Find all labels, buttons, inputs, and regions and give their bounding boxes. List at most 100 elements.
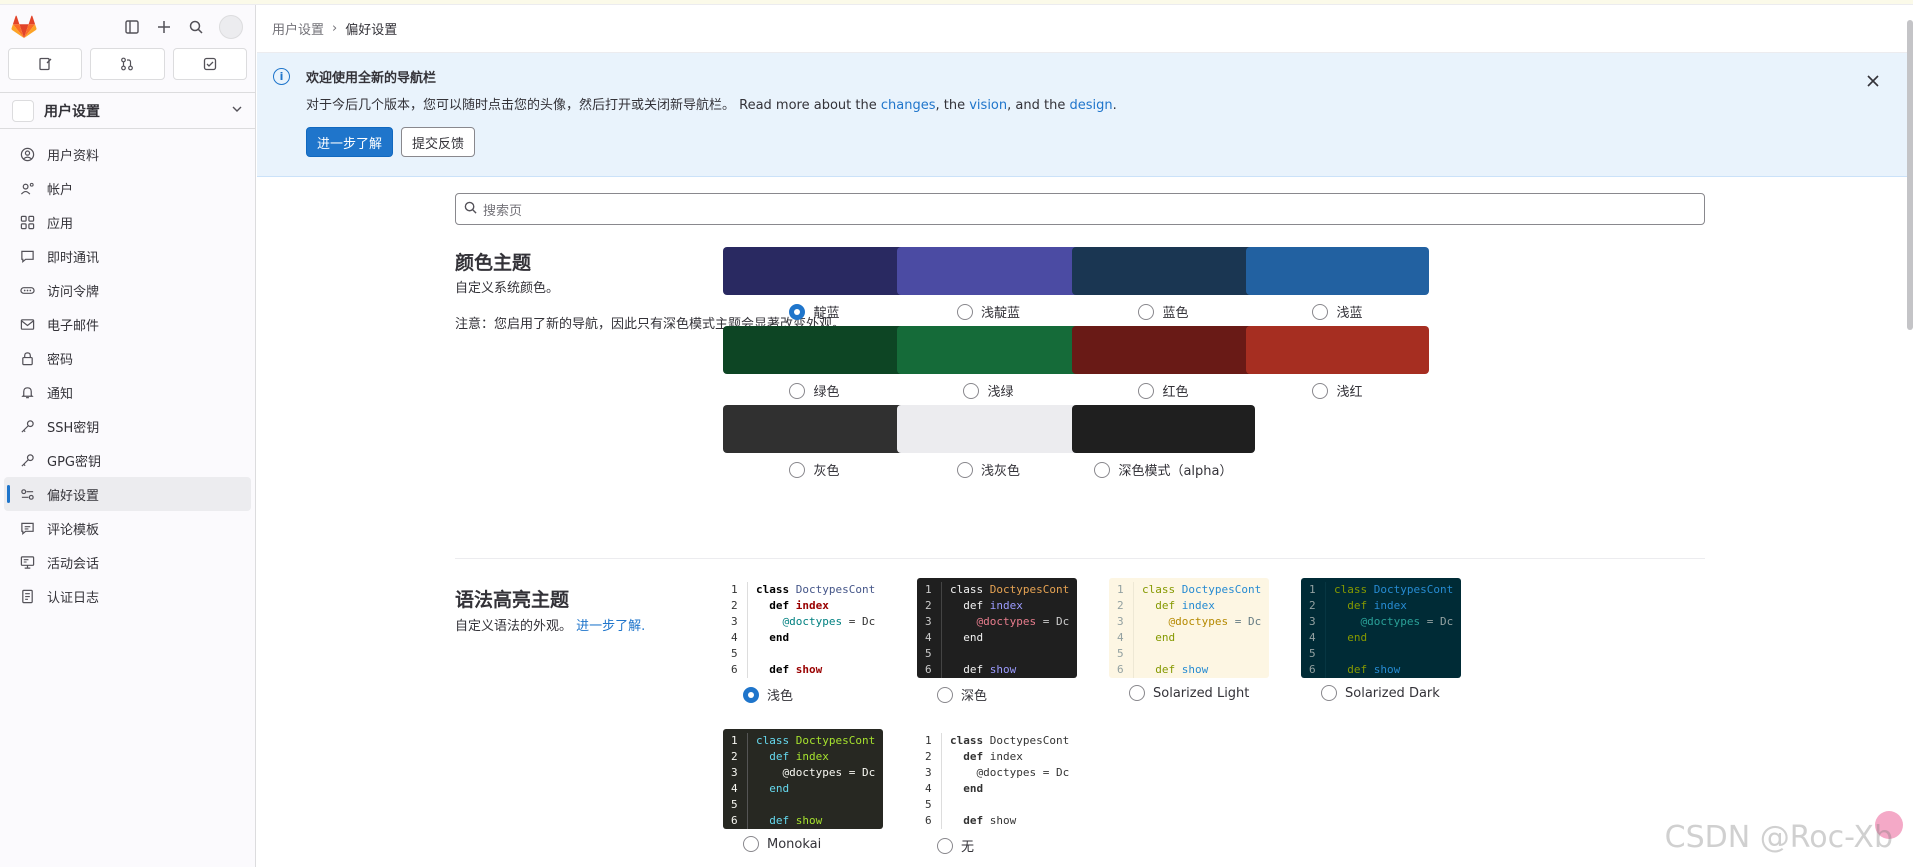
theme-radio[interactable] [1094, 461, 1111, 478]
color-swatch[interactable] [723, 326, 906, 374]
color-swatch[interactable] [1246, 247, 1429, 295]
scrollbar[interactable] [1907, 20, 1913, 330]
sidebar-item[interactable]: 电子邮件 [4, 307, 251, 341]
issues-shortcut-button[interactable] [8, 48, 83, 80]
color-swatch[interactable] [897, 405, 1080, 453]
color-theme-option[interactable]: 浅灰色 [897, 405, 1080, 479]
sidebar-item[interactable]: SSH密钥 [4, 409, 251, 443]
vision-link[interactable]: vision [969, 98, 1007, 113]
theme-radio[interactable] [956, 461, 973, 478]
gitlab-logo-icon[interactable] [10, 15, 38, 39]
sidebar-item[interactable]: 认证日志 [4, 579, 251, 613]
todos-shortcut-button[interactable] [172, 48, 247, 80]
theme-radio[interactable] [956, 303, 973, 320]
context-switcher[interactable]: 用户设置 [0, 92, 255, 129]
sidebar-item[interactable]: 应用 [4, 205, 251, 239]
theme-radio[interactable] [937, 686, 953, 703]
color-theme-option[interactable]: 深色模式（alpha） [1072, 405, 1255, 479]
color-theme-option[interactable]: 靛蓝 [723, 247, 906, 321]
code-preview[interactable]: 1 2 3 4 5 6 class DoctypesCont def index @doct… [1109, 578, 1269, 678]
context-avatar [12, 99, 34, 122]
design-link[interactable]: design [1069, 98, 1112, 113]
theme-radio[interactable] [789, 461, 806, 478]
theme-radio[interactable] [743, 686, 759, 703]
code-preview[interactable]: 1 2 3 4 5 6 class DoctypesCont def index @doct… [917, 578, 1077, 678]
syntax-theme-option[interactable]: 1 2 3 4 5 6 class DoctypesCont def index @doct… [1109, 578, 1269, 701]
color-theme-option[interactable]: 浅靛蓝 [897, 247, 1080, 321]
sidebar-item-label: 即时通讯 [47, 250, 100, 266]
color-swatch[interactable] [897, 247, 1080, 295]
color-swatch[interactable] [1072, 247, 1255, 295]
syntax-theme-option[interactable]: 1 2 3 4 5 6 class DoctypesCont def index @doct… [1301, 578, 1461, 701]
todo-icon [203, 57, 216, 71]
syntax-theme-option[interactable]: 1 2 3 4 5 6 class DoctypesCont def index @doct… [917, 729, 1077, 855]
sidebar-item[interactable]: 密码 [4, 341, 251, 375]
code-preview[interactable]: 1 2 3 4 5 6 class DoctypesCont def index @doct… [723, 729, 883, 829]
merge-requests-shortcut-button[interactable] [90, 48, 165, 80]
close-icon[interactable] [1867, 71, 1879, 92]
plus-icon[interactable] [155, 18, 173, 36]
search-input[interactable]: 搜索页 [455, 193, 1705, 225]
sidebar-shortcuts [0, 48, 255, 80]
sidebar-toggle-icon[interactable] [123, 18, 141, 36]
bell-icon [19, 384, 35, 400]
syntax-theme-label: 无 [961, 840, 975, 855]
theme-radio[interactable] [1138, 382, 1155, 399]
color-theme-label: 浅靛蓝 [980, 306, 1020, 321]
sidebar-item[interactable]: 用户资料 [4, 137, 251, 171]
code-preview[interactable]: 1 2 3 4 5 6 class DoctypesCont def index @doct… [917, 729, 1077, 829]
color-theme-option[interactable]: 红色 [1072, 326, 1255, 400]
color-swatch[interactable] [1072, 405, 1255, 453]
search-icon[interactable] [187, 18, 205, 36]
theme-radio[interactable] [1138, 303, 1155, 320]
info-icon: i [273, 68, 290, 85]
theme-radio[interactable] [963, 382, 980, 399]
learn-more-button[interactable]: 进一步了解 [306, 127, 394, 157]
color-theme-option[interactable]: 绿色 [723, 326, 906, 400]
sidebar-header [0, 5, 255, 48]
sidebar-item[interactable]: GPG密钥 [4, 443, 251, 477]
code-preview[interactable]: 1 2 3 4 5 6 class DoctypesCont def index @doct… [1301, 578, 1461, 678]
color-theme-label: 浅红 [1336, 385, 1363, 400]
sidebar-item[interactable]: 评论模板 [4, 511, 251, 545]
theme-radio[interactable] [937, 837, 953, 854]
syntax-theme-option[interactable]: 1 2 3 4 5 6 class DoctypesCont def index @doct… [917, 578, 1077, 704]
theme-radio[interactable] [1312, 382, 1329, 399]
color-swatch[interactable] [1072, 326, 1255, 374]
banner-text-end: . [1112, 98, 1117, 113]
theme-radio[interactable] [743, 836, 759, 852]
search-placeholder: 搜索页 [483, 203, 523, 219]
comment-icon [19, 520, 35, 536]
theme-radio[interactable] [789, 382, 806, 399]
syntax-learn-more-link[interactable]: 进一步了解. [576, 619, 645, 634]
sidebar-item[interactable]: 活动会话 [4, 545, 251, 579]
sidebar-item[interactable]: 偏好设置 [4, 477, 251, 511]
color-theme-option[interactable]: 浅红 [1246, 326, 1429, 400]
theme-radio[interactable] [1312, 303, 1329, 320]
user-avatar[interactable] [219, 14, 243, 39]
sidebar-nav: 用户资料 帐户 应用即时通讯访问令牌 电子邮件 密码 通知 SSH密钥 GPG密钥 偏好设置 评论… [0, 137, 255, 613]
theme-radio[interactable] [1129, 685, 1145, 701]
color-swatch[interactable] [1246, 326, 1429, 374]
submit-feedback-button[interactable]: 提交反馈 [401, 127, 476, 157]
color-theme-label: 靛蓝 [813, 306, 840, 321]
color-theme-option[interactable]: 浅蓝 [1246, 247, 1429, 321]
breadcrumb-current: 偏好设置 [345, 23, 398, 38]
color-theme-option[interactable]: 蓝色 [1072, 247, 1255, 321]
color-swatch[interactable] [723, 247, 906, 295]
sidebar-item[interactable]: 即时通讯 [4, 239, 251, 273]
changes-link[interactable]: changes [881, 98, 936, 113]
color-swatch[interactable] [723, 405, 906, 453]
color-theme-option[interactable]: 浅绿 [897, 326, 1080, 400]
color-swatch[interactable] [897, 326, 1080, 374]
theme-radio[interactable] [789, 303, 806, 320]
sidebar-item[interactable]: 帐户 [4, 171, 251, 205]
color-theme-option[interactable]: 灰色 [723, 405, 906, 479]
sidebar-item[interactable]: 访问令牌 [4, 273, 251, 307]
theme-radio[interactable] [1321, 685, 1337, 701]
code-preview[interactable]: 1 2 3 4 5 6 class DoctypesCont def index @doct… [723, 578, 883, 678]
breadcrumb-parent[interactable]: 用户设置 [272, 19, 324, 38]
syntax-theme-option[interactable]: 1 2 3 4 5 6 class DoctypesCont def index @doct… [723, 578, 883, 704]
sidebar-item[interactable]: 通知 [4, 375, 251, 409]
syntax-theme-option[interactable]: 1 2 3 4 5 6 class DoctypesCont def index @doct… [723, 729, 883, 852]
